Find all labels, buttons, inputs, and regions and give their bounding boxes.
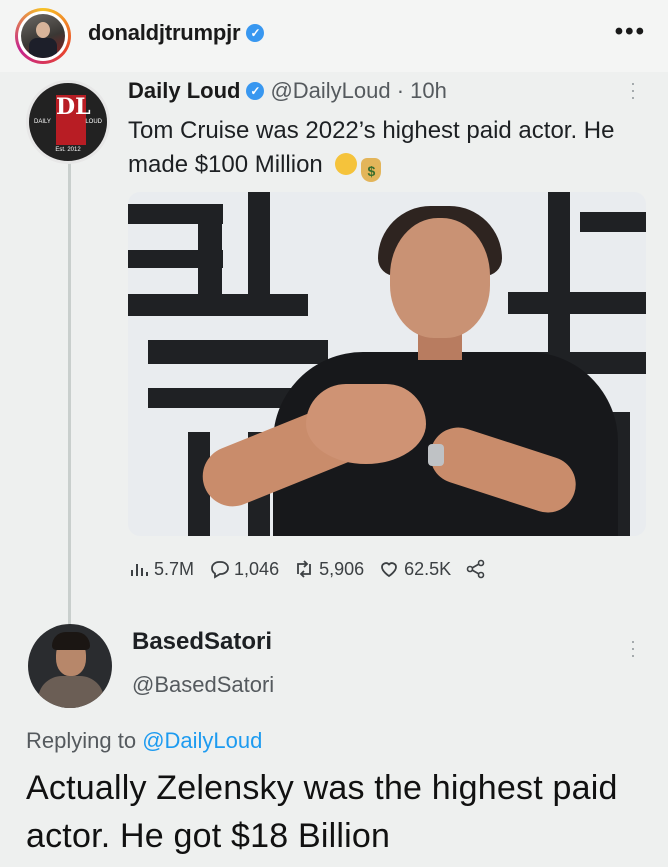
share-icon — [466, 559, 485, 579]
profile-avatar[interactable] — [15, 8, 71, 64]
reply-handle[interactable]: @BasedSatori — [132, 672, 274, 698]
tweet-handle-time[interactable]: @DailyLoud · 10h — [270, 78, 446, 104]
tweet-text: Tom Cruise was 2022’s highest paid actor… — [128, 114, 628, 182]
reply-icon — [211, 561, 229, 579]
money-bag-emoji-icon: $ — [361, 158, 382, 182]
tweet-author-name[interactable]: Daily Loud — [128, 78, 240, 104]
dailyloud-avatar[interactable]: DL DAILY LOUD Est. 2012 — [26, 80, 110, 164]
dailyloud-logo: DL — [56, 95, 91, 145]
views-count: 5.7M — [154, 558, 195, 579]
dailyloud-logo-est: Est. 2012 — [55, 147, 81, 153]
like-stat[interactable]: 62.5K — [378, 558, 451, 580]
thread-line — [68, 157, 71, 697]
tweet-screenshot: DL DAILY LOUD Est. 2012 Daily Loud ✓ @Da… — [0, 72, 668, 867]
instagram-header: donaldjtrumpjr ✓ ••• — [0, 0, 668, 73]
tweet-stats: 5.7M 1,046 5,906 62.5K — [128, 558, 501, 580]
tweet-photo[interactable] — [128, 192, 646, 536]
replying-to-line: Replying to @DailyLoud — [26, 728, 262, 754]
like-count: 62.5K — [404, 558, 452, 579]
views-stat[interactable]: 5.7M — [128, 558, 194, 580]
exploding-head-emoji-icon — [335, 153, 358, 175]
reply-stat[interactable]: 1,046 — [208, 558, 279, 580]
username-label: donaldjtrumpjr — [88, 20, 241, 45]
reply-author-name[interactable]: BasedSatori — [132, 628, 272, 656]
reply-text: Actually Zelensky was the highest paid a… — [26, 769, 618, 855]
verified-icon: ✓ — [246, 82, 265, 100]
views-chart-icon — [131, 564, 148, 576]
reply-more-icon[interactable]: · · · — [630, 632, 636, 664]
retweet-icon — [297, 560, 311, 578]
dailyloud-logo-left: DAILY — [34, 119, 51, 125]
profile-username[interactable]: donaldjtrumpjr ✓ — [88, 20, 265, 46]
more-options-icon[interactable]: ••• — [615, 18, 646, 46]
dailyloud-logo-right: LOUD — [85, 119, 102, 125]
replying-mention-link[interactable]: @DailyLoud — [142, 728, 262, 753]
heart-icon — [381, 562, 398, 578]
verified-icon: ✓ — [246, 24, 265, 42]
reply-count: 1,046 — [234, 558, 280, 579]
share-stat[interactable] — [465, 558, 487, 580]
tweet-more-icon[interactable]: · · · — [630, 74, 636, 106]
retweet-count: 5,906 — [319, 558, 365, 579]
basedsatori-avatar[interactable] — [28, 624, 112, 708]
replying-prefix: Replying to — [26, 728, 137, 753]
retweet-stat[interactable]: 5,906 — [293, 558, 364, 580]
tweet-header: Daily Loud ✓ @DailyLoud · 10h — [128, 78, 447, 104]
